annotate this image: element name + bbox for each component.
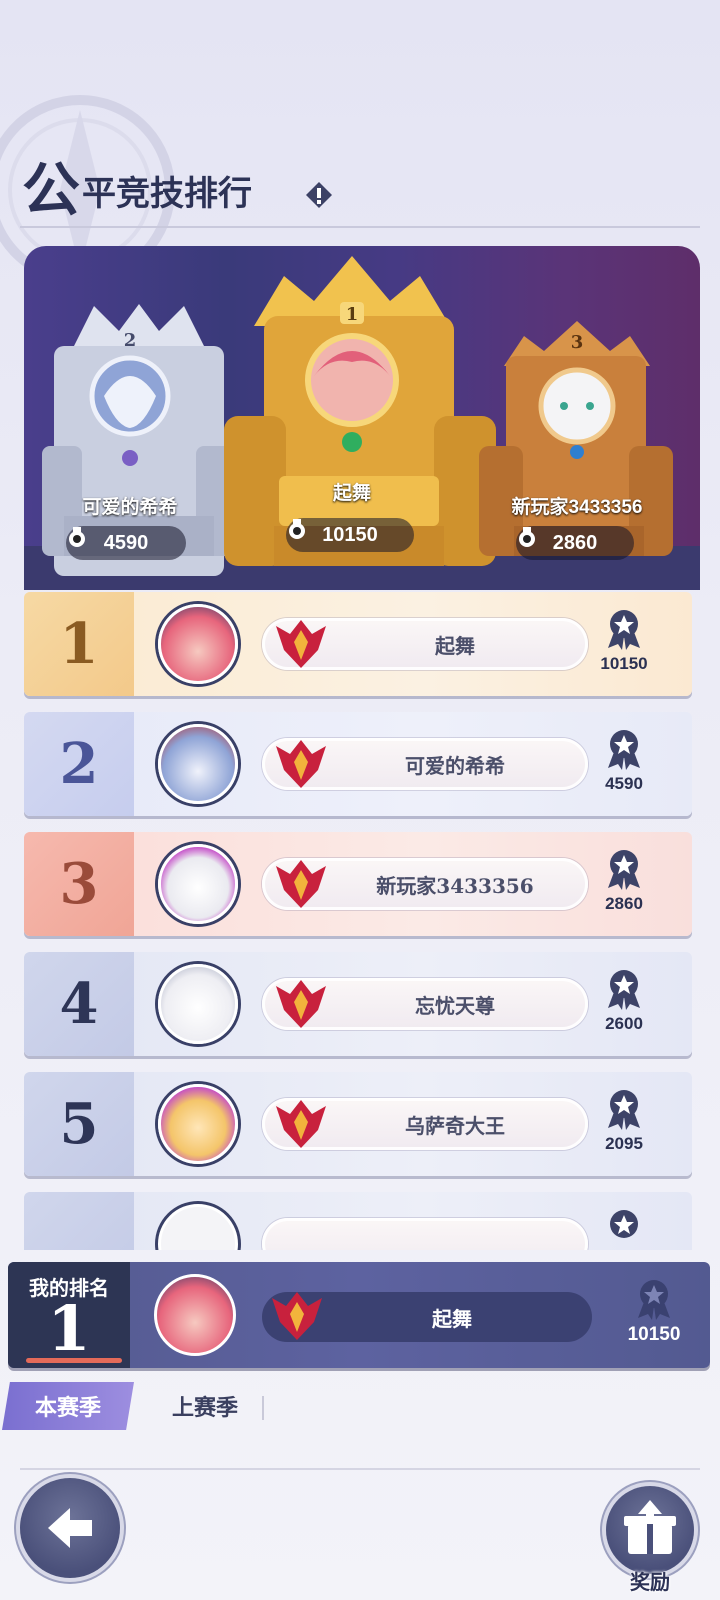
podium-name-1: 起舞 (332, 483, 371, 504)
rank-row-5[interactable]: 5 乌萨奇大王 2095 (24, 1072, 692, 1176)
player-name: 新玩家3433356 (376, 873, 534, 898)
player-name-pill (262, 1218, 588, 1250)
avatar[interactable] (158, 844, 238, 924)
avatar[interactable] (158, 604, 238, 684)
podium-name-2: 可爱的希希 (82, 497, 178, 518)
medal-icon (289, 519, 305, 539)
avatar[interactable] (158, 1084, 238, 1164)
player-name-pill: 起舞 (262, 618, 588, 670)
podium-score-1: 10150 (286, 518, 414, 552)
tier-emblem-icon (276, 1100, 326, 1148)
tab-current-season[interactable]: 本赛季 (2, 1382, 134, 1430)
star-medal-icon (608, 730, 640, 770)
rank-number: 4 (59, 971, 99, 1037)
rank-row-3[interactable]: 3 新玩家3433356 2860 (24, 832, 692, 936)
my-rank-box: 我的排名 1 (8, 1262, 130, 1368)
rank-row-6[interactable] (24, 1192, 692, 1250)
rank-row-2[interactable]: 2 可爱的希希 4590 (24, 712, 692, 816)
my-name-pill: 起舞 (262, 1292, 592, 1342)
avatar[interactable] (158, 724, 238, 804)
player-score: 2860 (605, 894, 643, 913)
player-name: 乌萨奇大王 (405, 1113, 505, 1138)
place-3-badge: 3 (571, 332, 584, 353)
podium-score-3: 2860 (516, 526, 634, 560)
title-rest: 平竞技排行 (82, 174, 253, 214)
exclamation-diamond-icon[interactable] (304, 180, 334, 210)
player-name: 忘忧天尊 (415, 993, 495, 1018)
gift-box-icon (624, 1500, 676, 1554)
player-name-pill: 忘忧天尊 (262, 978, 588, 1030)
star-medal-icon (608, 850, 640, 890)
rank-number: 3 (59, 851, 99, 917)
back-button[interactable] (20, 1478, 120, 1578)
my-rank-bar[interactable]: 我的排名 1 起舞 10150 (8, 1262, 710, 1368)
footer-divider (20, 1468, 700, 1470)
podium-score-3-value: 2860 (552, 531, 598, 554)
place-2-badge: 2 (124, 330, 137, 351)
player-name: 可爱的希希 (405, 753, 505, 778)
podium-avatar-3[interactable] (538, 367, 616, 445)
medal-icon (69, 527, 85, 547)
rank-number: 1 (59, 611, 99, 677)
rank-row-1[interactable]: 1 起舞 10150 (24, 592, 692, 696)
podium-score-2-value: 4590 (103, 531, 149, 554)
my-name: 起舞 (432, 1306, 472, 1331)
tab-divider (262, 1396, 264, 1420)
podium-score-2: 4590 (66, 526, 186, 560)
my-avatar[interactable] (154, 1274, 236, 1356)
arrow-left-icon (48, 1508, 92, 1548)
star-medal-icon (608, 970, 640, 1010)
player-score: 2095 (605, 1134, 643, 1153)
podium-score-1-value: 10150 (322, 523, 378, 546)
star-medal-icon (638, 1280, 670, 1320)
star-medal-icon (608, 1090, 640, 1130)
tier-emblem-icon (276, 620, 326, 668)
rank-row-4[interactable]: 4 忘忧天尊 2600 (24, 952, 692, 1056)
rank-cell (24, 1192, 134, 1250)
my-rank-stripe (26, 1358, 122, 1363)
tier-emblem-icon (276, 980, 326, 1028)
avatar[interactable] (158, 1204, 238, 1250)
tier-emblem-icon (276, 860, 326, 908)
reward-label: 奖励 (630, 1570, 670, 1594)
podium-name-3: 新玩家3433356 (511, 497, 643, 518)
star-medal-icon (608, 610, 640, 650)
medal-icon (519, 527, 535, 547)
star-medal-icon (610, 1210, 638, 1238)
title-first-char: 公 (22, 156, 81, 224)
player-name-pill: 新玩家3433356 (262, 858, 588, 910)
reward-button[interactable] (606, 1486, 694, 1574)
player-name-pill: 可爱的希希 (262, 738, 588, 790)
avatar[interactable] (158, 964, 238, 1044)
player-name: 起舞 (435, 633, 475, 658)
tab-previous-season[interactable]: 上赛季 (150, 1382, 260, 1430)
player-score: 4590 (605, 774, 643, 793)
podium-panel: 2 1 3 可爱的希希 4590 起舞 10150 新玩家3433356 286… (24, 246, 700, 590)
my-score: 10150 (627, 1324, 681, 1345)
player-score: 10150 (600, 654, 648, 673)
podium-avatar-1[interactable] (305, 333, 399, 427)
rank-number: 5 (59, 1091, 99, 1157)
tier-emblem-icon (276, 740, 326, 788)
page-title: 公 平竞技排行 (22, 140, 252, 220)
tier-emblem-icon (272, 1292, 322, 1340)
place-1-badge: 1 (346, 304, 359, 325)
player-name-pill: 乌萨奇大王 (262, 1098, 588, 1150)
my-rank-number: 1 (47, 1292, 91, 1365)
header-divider (20, 226, 700, 228)
player-score: 2600 (605, 1014, 643, 1033)
rank-number: 2 (59, 731, 99, 797)
